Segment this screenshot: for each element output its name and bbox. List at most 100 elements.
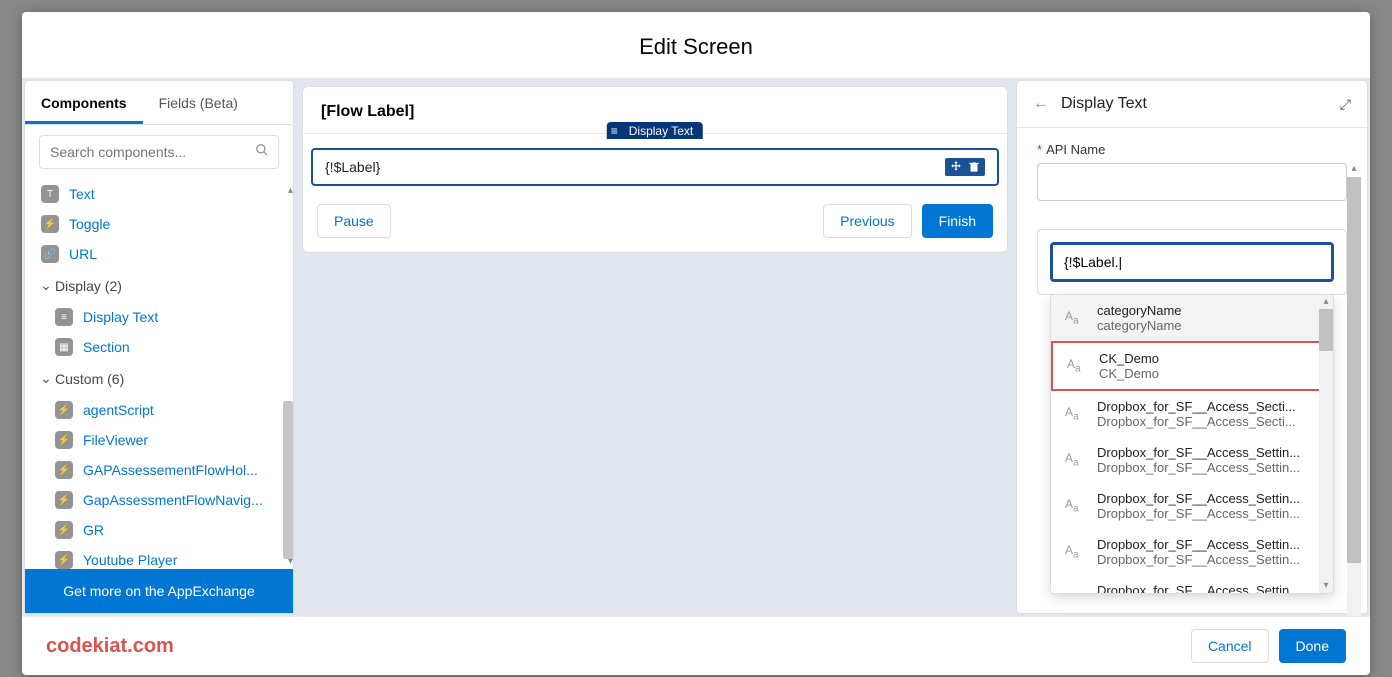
tab-fields[interactable]: Fields (Beta) xyxy=(143,81,254,124)
resource-dropdown: Aa categoryNamecategoryName Aa CK_DemoCK… xyxy=(1050,294,1334,594)
resource-input[interactable] xyxy=(1050,242,1334,282)
list-item[interactable]: ▦ Section xyxy=(37,332,281,362)
pause-button[interactable]: Pause xyxy=(317,204,391,238)
panel-scrollbar[interactable]: ▴ ▾ xyxy=(1347,177,1361,616)
previous-button[interactable]: Previous xyxy=(823,204,911,238)
list-item[interactable]: ⚡GAPAssessementFlowHol... xyxy=(37,455,281,485)
component-pill: ≡ Display Text xyxy=(607,122,703,139)
text-type-icon: Aa xyxy=(1067,357,1087,374)
properties-title: Display Text xyxy=(1061,95,1147,113)
list-item[interactable]: ⚡ Toggle xyxy=(37,209,281,239)
back-arrow-icon[interactable]: ← xyxy=(1033,95,1049,113)
list-item-label: GapAssessmentFlowNavig... xyxy=(83,492,263,508)
scroll-down-icon[interactable]: ▾ xyxy=(288,556,293,567)
text-type-icon: Aa xyxy=(1065,543,1085,560)
finish-button[interactable]: Finish xyxy=(922,204,993,238)
brand-label: codekiat.com xyxy=(46,635,174,658)
list-item[interactable]: ≡ Display Text xyxy=(37,302,281,332)
expand-icon[interactable]: ⤢ xyxy=(1340,96,1351,113)
category-custom[interactable]: ⌄Custom (6) xyxy=(37,362,281,395)
scroll-down-icon[interactable]: ▾ xyxy=(1319,579,1333,593)
displaytext-icon: ≡ xyxy=(55,308,73,326)
panel-tabs: Components Fields (Beta) xyxy=(25,81,293,125)
api-name-input[interactable] xyxy=(1037,163,1347,201)
list-item-label: URL xyxy=(69,246,97,262)
resource-box: Aa categoryNamecategoryName Aa CK_DemoCK… xyxy=(1037,229,1347,295)
list-item[interactable]: ⚡ GR xyxy=(37,515,281,545)
screen-card: [Flow Label] ≡ Display Text {!$Label} xyxy=(302,86,1008,253)
dropdown-item[interactable]: Aa Dropbox_for_SF__Access_Settin...Dropb… xyxy=(1051,483,1333,529)
nav-button-row: Pause Previous Finish xyxy=(303,194,1007,252)
scroll-thumb[interactable] xyxy=(1319,309,1333,351)
dropdown-item[interactable]: Aa Dropbox_for_SF__Access_Settin...Dropb… xyxy=(1051,529,1333,575)
done-button[interactable]: Done xyxy=(1279,629,1346,663)
list-item[interactable]: 🔗 URL xyxy=(37,239,281,269)
properties-header: ← Display Text ⤢ xyxy=(1017,81,1367,128)
search-wrap xyxy=(25,125,293,179)
scroll-up-icon[interactable]: ▴ xyxy=(288,185,293,196)
cancel-button[interactable]: Cancel xyxy=(1191,629,1269,663)
list-item-label: Text xyxy=(69,186,95,202)
custom-icon: ⚡ xyxy=(55,521,73,539)
displaytext-icon: ≡ xyxy=(611,124,625,138)
delete-icon[interactable] xyxy=(967,160,981,174)
scroll-thumb[interactable] xyxy=(283,401,293,559)
tab-components[interactable]: Components xyxy=(25,81,143,124)
list-item[interactable]: ⚡ GapAssessmentFlowNavig... xyxy=(37,485,281,515)
properties-body: *API Name Aa categoryNamecategoryName Aa… xyxy=(1017,128,1367,613)
list-item-label: GAPAssessementFlowHol... xyxy=(83,462,258,478)
search-input[interactable] xyxy=(39,135,279,169)
scroll-up-icon[interactable]: ▴ xyxy=(1347,163,1361,177)
dropdown-item[interactable]: Aa Dropbox_for_SF__Access_Settin...Dropb… xyxy=(1051,437,1333,483)
dropdown-scrollbar[interactable]: ▴ ▾ xyxy=(1319,295,1333,593)
scroll-up-icon[interactable]: ▴ xyxy=(1319,295,1333,309)
custom-icon: ⚡ xyxy=(55,551,73,569)
text-type-icon: Aa xyxy=(1065,451,1085,468)
component-text: {!$Label} xyxy=(325,159,380,175)
custom-icon: ⚡ xyxy=(55,401,73,419)
list-item-label: Toggle xyxy=(69,216,110,232)
chevron-down-icon: ⌄ xyxy=(37,370,55,387)
display-text-component[interactable]: {!$Label} xyxy=(311,148,999,186)
text-icon: T xyxy=(41,185,59,203)
section-icon: ▦ xyxy=(55,338,73,356)
appexchange-button[interactable]: Get more on the AppExchange xyxy=(25,569,293,613)
modal-footer: codekiat.com Cancel Done xyxy=(22,616,1370,675)
properties-panel: ← Display Text ⤢ *API Name Aa categoryNa… xyxy=(1016,80,1368,614)
list-item-label: Display Text xyxy=(83,309,158,325)
modal-title: Edit Screen xyxy=(22,12,1370,78)
text-type-icon: Aa xyxy=(1065,497,1085,514)
dropdown-item[interactable]: Dropbox_for_SF__Access_Settin xyxy=(1051,575,1333,594)
api-name-label: *API Name xyxy=(1037,142,1347,157)
list-item[interactable]: ⚡ FileViewer xyxy=(37,425,281,455)
list-item-label: Section xyxy=(83,339,130,355)
scrollbar[interactable]: ▴ ▾ xyxy=(283,191,293,561)
required-star: * xyxy=(1037,142,1042,157)
list-item-label: GR xyxy=(83,522,104,538)
list-item-label: FileViewer xyxy=(83,432,148,448)
component-actions xyxy=(945,158,985,176)
text-type-icon: Aa xyxy=(1065,309,1085,326)
list-item[interactable]: ⚡ agentScript xyxy=(37,395,281,425)
dropdown-item[interactable]: Aa Dropbox_for_SF__Access_Secti...Dropbo… xyxy=(1051,391,1333,437)
text-type-icon: Aa xyxy=(1065,405,1085,422)
edit-screen-modal: Edit Screen Components Fields (Beta) T Te… xyxy=(22,12,1370,675)
chevron-down-icon: ⌄ xyxy=(37,277,55,294)
modal-body: Components Fields (Beta) T Text ⚡ Toggle 🔗… xyxy=(22,78,1370,616)
custom-icon: ⚡ xyxy=(55,491,73,509)
custom-icon: ⚡ xyxy=(55,431,73,449)
move-icon[interactable] xyxy=(949,160,963,174)
toggle-icon: ⚡ xyxy=(41,215,59,233)
component-list: T Text ⚡ Toggle 🔗 URL ⌄Display (2) ≡ Display… xyxy=(25,179,293,569)
category-display[interactable]: ⌄Display (2) xyxy=(37,269,281,302)
dropdown-item[interactable]: Aa categoryNamecategoryName xyxy=(1051,295,1333,341)
list-item-label: agentScript xyxy=(83,402,154,418)
list-item[interactable]: ⚡Youtube Player xyxy=(37,545,281,569)
scroll-thumb[interactable] xyxy=(1347,177,1361,563)
list-item[interactable]: T Text xyxy=(37,179,281,209)
component-wrap: ≡ Display Text {!$Label} xyxy=(303,134,1007,194)
components-panel: Components Fields (Beta) T Text ⚡ Toggle 🔗… xyxy=(24,80,294,614)
url-icon: 🔗 xyxy=(41,245,59,263)
canvas-panel: [Flow Label] ≡ Display Text {!$Label} xyxy=(296,78,1014,616)
dropdown-item-ckdemo[interactable]: Aa CK_DemoCK_Demo xyxy=(1051,341,1333,391)
